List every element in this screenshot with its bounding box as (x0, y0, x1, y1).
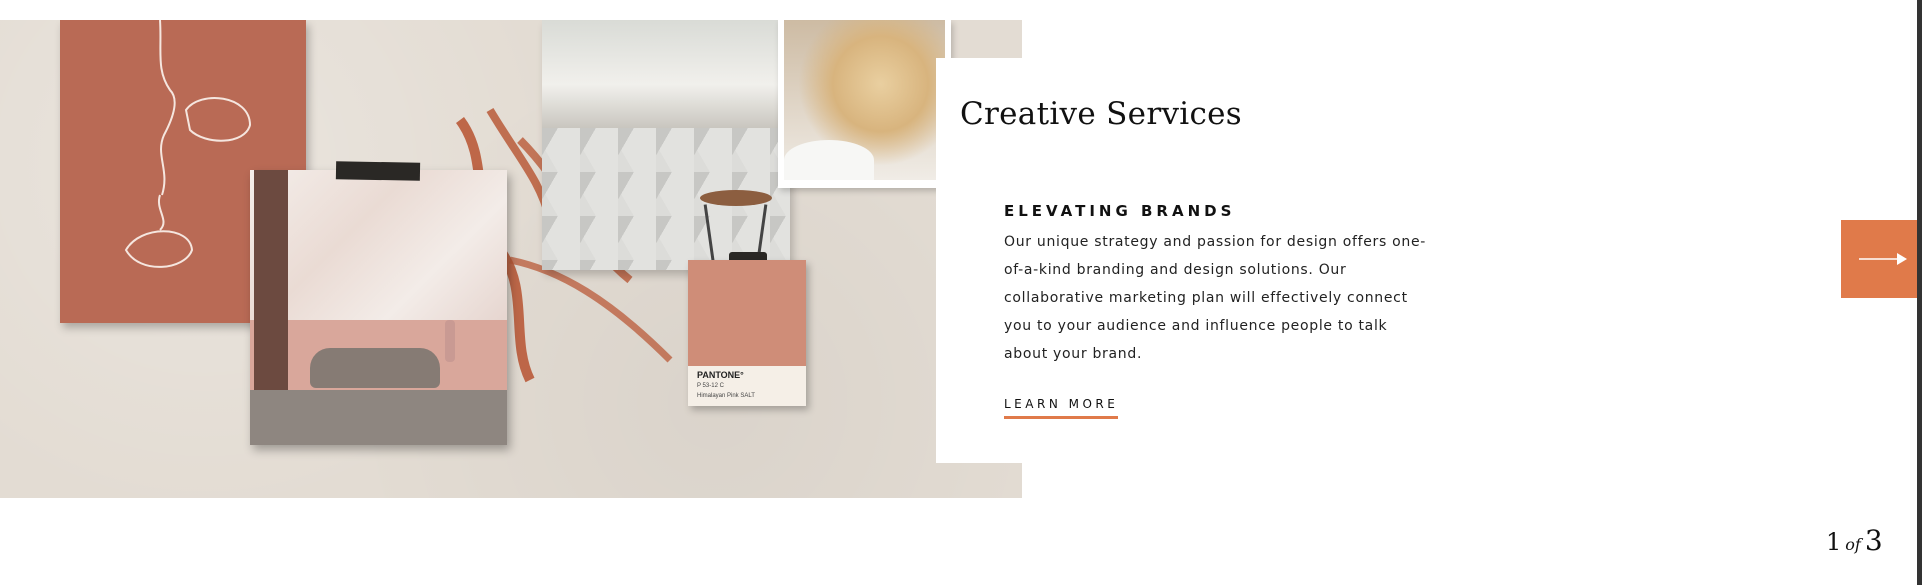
interior-photo-print (250, 170, 507, 445)
learn-more-link[interactable]: LEARN MORE (1004, 397, 1119, 419)
arrow-right-icon (1859, 253, 1907, 265)
bakery-photo-print (542, 20, 790, 270)
next-slide-button[interactable] (1841, 220, 1922, 298)
vase (445, 320, 455, 362)
portrait-shirt (784, 140, 874, 180)
stool-seat (700, 190, 772, 206)
slide-description: Our unique strategy and passion for desi… (1004, 234, 1427, 362)
black-tape (335, 161, 421, 181)
slide-heading: ELEVATING BRANDS (1004, 202, 1236, 220)
pantone-color-name: Himalayan Pink SALT (697, 393, 755, 399)
current-slide-number: 1 (1826, 528, 1842, 556)
door (254, 170, 288, 390)
pantone-code: P 53-12 C (697, 383, 724, 389)
daybed (310, 348, 440, 388)
bakery-shelf (542, 20, 790, 128)
pantone-swatch-card: PANTONE° P 53-12 C Himalayan Pink SALT (688, 260, 806, 406)
page-edge-divider (1917, 0, 1922, 585)
pantone-color-swatch (688, 260, 806, 366)
herringbone-floor (250, 390, 507, 445)
slide-counter-separator: of (1845, 535, 1861, 554)
hero-image: PANTONE° P 53-12 C Himalayan Pink SALT (0, 20, 1022, 498)
total-slide-count: 3 (1864, 524, 1883, 557)
slide-counter: 1 of 3 (1826, 524, 1883, 557)
pantone-title: PANTONE° (697, 370, 744, 380)
portrait-photo-print (778, 20, 951, 188)
service-card: Creative Services ELEVATING BRANDS Our u… (936, 58, 1456, 463)
slide-title: Creative Services (960, 96, 1242, 132)
marble-wall (250, 170, 507, 320)
